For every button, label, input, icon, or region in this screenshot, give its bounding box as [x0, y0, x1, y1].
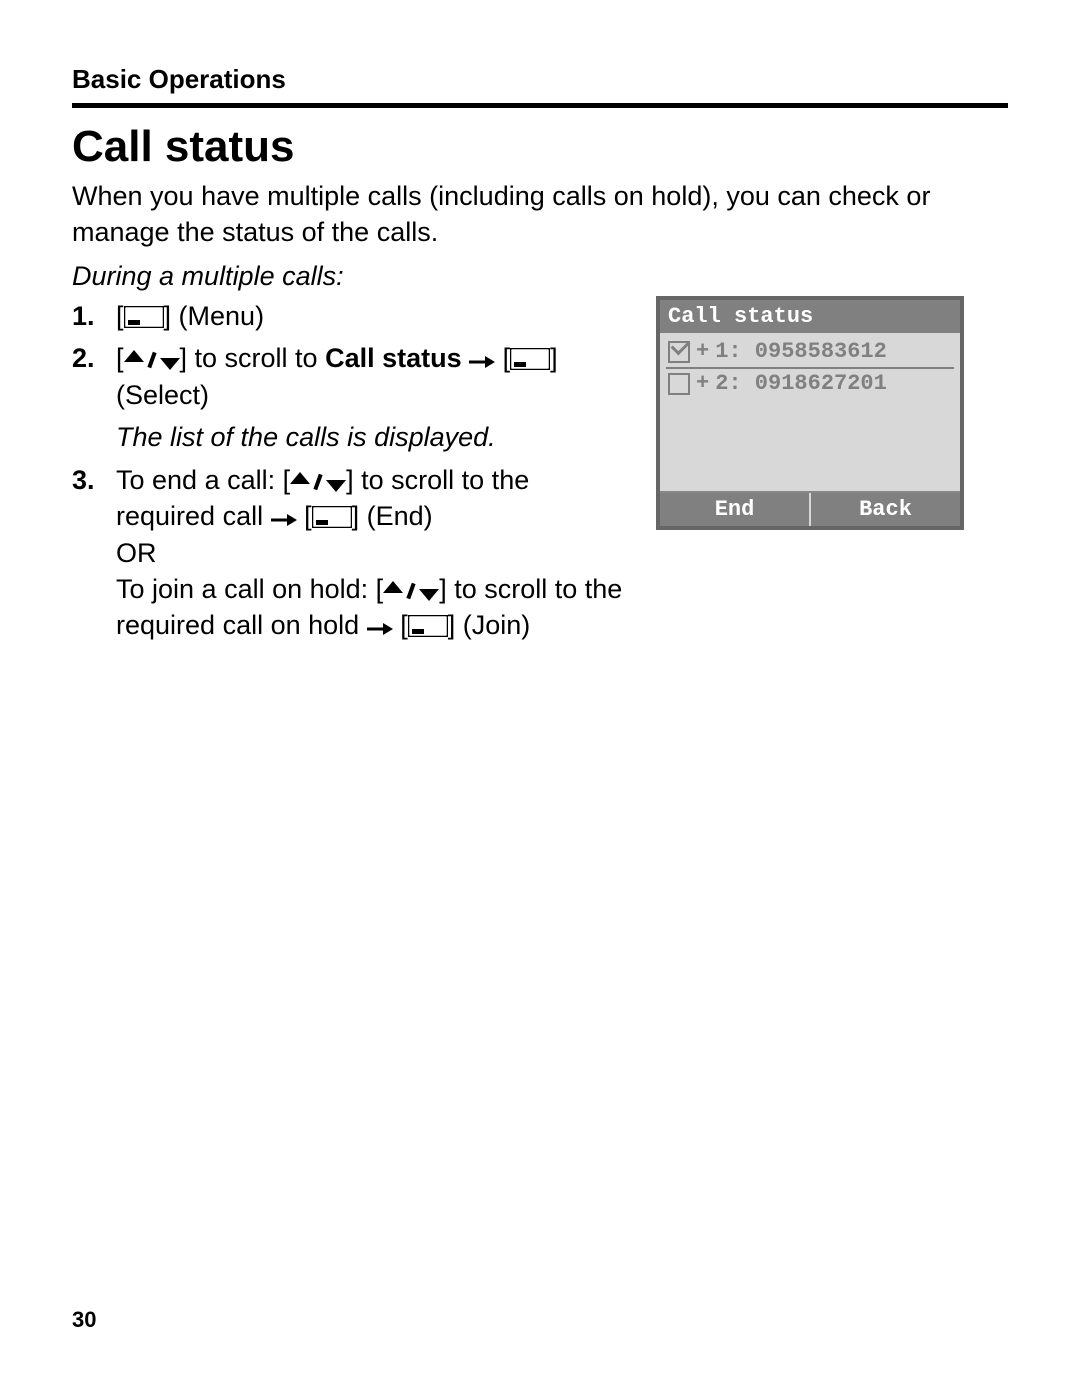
step-number: 3.	[72, 462, 102, 644]
plus-icon: +	[696, 369, 709, 399]
up-down-icon	[124, 350, 180, 370]
step-text: (Join)	[455, 610, 530, 640]
step-text: (Select)	[116, 380, 209, 410]
step-bold: Call status	[325, 343, 462, 373]
step-1: 1. [] (Menu)	[72, 298, 632, 334]
step-3: 3. To end a call: [] to scroll to the re…	[72, 462, 632, 644]
subheading-during-calls: During a multiple calls:	[72, 261, 1008, 292]
close-bracket: ]	[352, 501, 360, 531]
arrow-right-icon	[469, 354, 495, 370]
step-note: The list of the calls is displayed.	[116, 419, 632, 455]
page-number: 30	[72, 1307, 96, 1333]
plus-icon: +	[696, 337, 709, 367]
phone-screen-body: + 1: 0958583612 + 2: 0918627201	[660, 333, 960, 491]
open-bracket: [	[304, 501, 312, 531]
open-bracket: [	[116, 343, 124, 373]
step-2: 2. [] to scroll to Call status [] (Selec…	[72, 340, 632, 455]
softkey-icon	[124, 306, 164, 328]
section-label: Basic Operations	[72, 64, 1008, 95]
step-text	[462, 343, 470, 373]
phone-screen-mock: Call status + 1: 0958583612 + 2: 0918627…	[656, 296, 964, 530]
softkey-back: Back	[809, 493, 960, 526]
open-bracket: [	[376, 574, 384, 604]
step-text: To end a call:	[116, 465, 283, 495]
arrow-right-icon	[271, 512, 297, 528]
up-down-icon	[383, 581, 439, 601]
step-number: 1.	[72, 298, 102, 334]
call-number: 2: 0918627201	[715, 369, 887, 399]
page-title: Call status	[72, 122, 1008, 172]
softkey-icon	[510, 348, 550, 370]
call-row: + 1: 0958583612	[666, 337, 954, 369]
call-number: 1: 0958583612	[715, 337, 887, 367]
call-row: + 2: 0918627201	[666, 369, 954, 399]
step-text: to scroll to	[187, 343, 325, 373]
softkey-icon	[408, 615, 448, 637]
close-bracket: ]	[439, 574, 447, 604]
phone-softkeys: End Back	[660, 491, 960, 526]
open-bracket: [	[503, 343, 511, 373]
step-text: (Menu)	[171, 301, 264, 331]
up-down-icon	[290, 472, 346, 492]
checked-box-icon	[668, 341, 690, 363]
softkey-end: End	[660, 493, 809, 526]
open-bracket: [	[283, 465, 291, 495]
open-bracket: [	[116, 301, 124, 331]
step-number: 2.	[72, 340, 102, 455]
softkey-icon	[312, 506, 352, 528]
intro-paragraph: When you have multiple calls (including …	[72, 178, 1008, 251]
step-text: (End)	[359, 501, 433, 531]
step-text: To join a call on hold:	[116, 574, 376, 604]
close-bracket: ]	[550, 343, 558, 373]
close-bracket: ]	[164, 301, 172, 331]
phone-screen-title: Call status	[660, 300, 960, 333]
open-bracket: [	[400, 610, 408, 640]
arrow-right-icon	[367, 621, 393, 637]
step-or: OR	[116, 538, 157, 568]
section-rule	[72, 103, 1008, 108]
close-bracket: ]	[346, 465, 354, 495]
unchecked-box-icon	[668, 373, 690, 395]
close-bracket: ]	[180, 343, 188, 373]
